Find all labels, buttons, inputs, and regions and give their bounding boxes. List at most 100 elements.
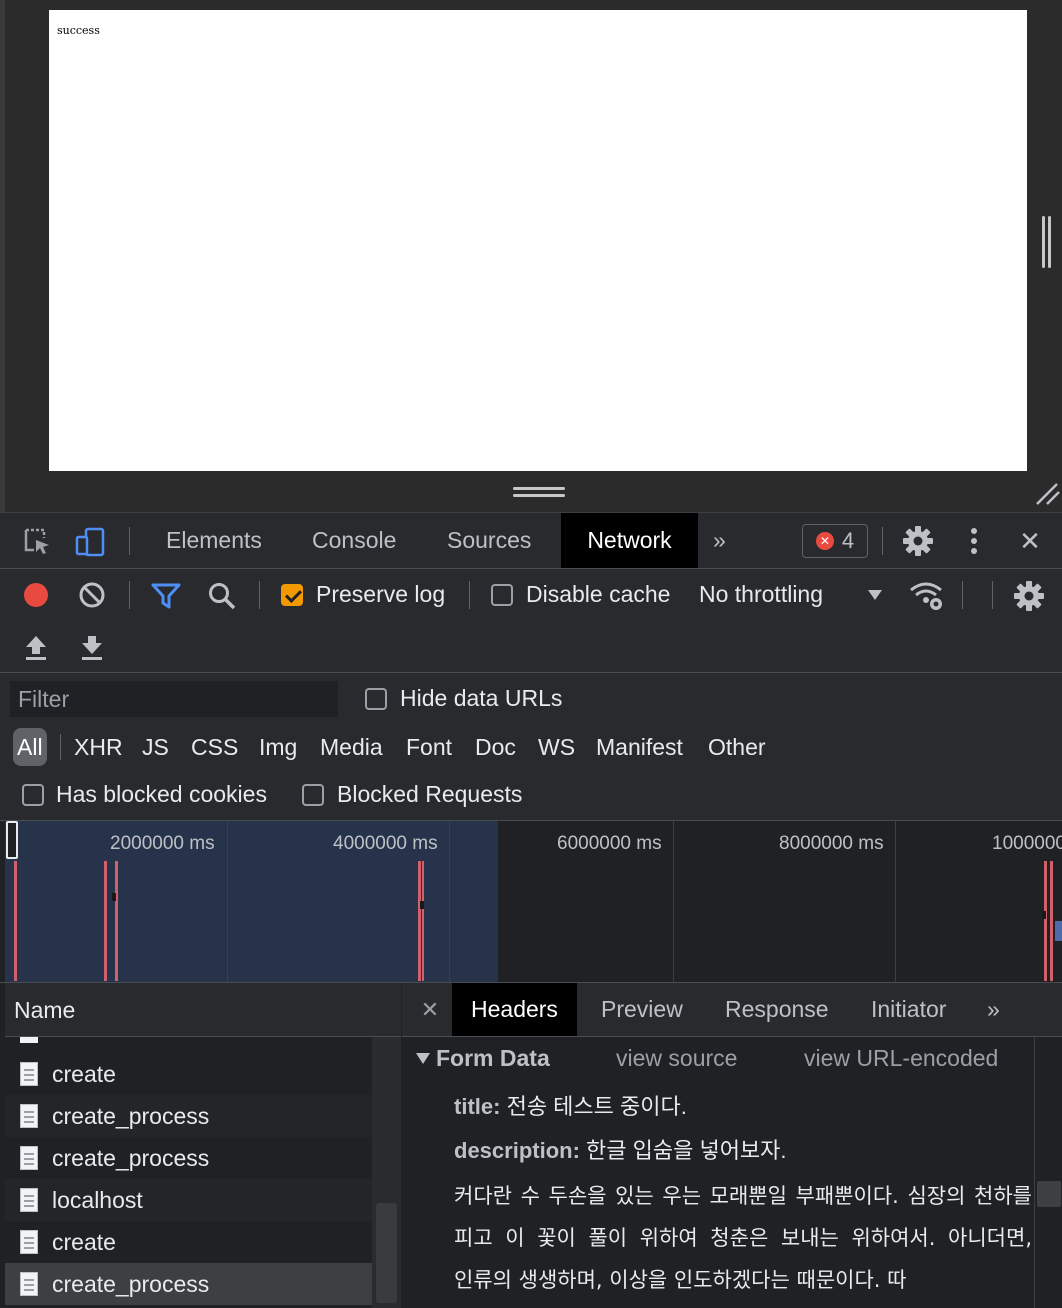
- view-source-link[interactable]: view source: [616, 1045, 737, 1072]
- overview-marker: [1042, 911, 1046, 919]
- type-filter-img[interactable]: Img: [255, 728, 301, 766]
- dropdown-arrow-icon[interactable]: [864, 585, 886, 605]
- type-filter-font[interactable]: Font: [402, 728, 456, 766]
- export-har-download-icon[interactable]: [78, 633, 106, 663]
- request-row-selected[interactable]: create_process: [5, 1263, 372, 1305]
- filter-input[interactable]: [10, 681, 338, 717]
- form-field-description-body: 커다란 수 두손을 있는 우는 모래뿐일 부패뿐이다. 심장의 천하를 피고 이…: [454, 1184, 1032, 1292]
- requests-scrollbar[interactable]: [372, 1037, 401, 1308]
- overview-request-bar: [14, 861, 17, 981]
- close-details-icon[interactable]: ✕: [416, 995, 444, 1025]
- search-icon[interactable]: [206, 581, 238, 611]
- overview-marker: [420, 901, 424, 909]
- request-row[interactable]: create: [5, 1221, 372, 1263]
- toolbar-divider: [882, 527, 883, 555]
- filter-funnel-icon[interactable]: [150, 581, 182, 611]
- tab-response[interactable]: Response: [706, 983, 848, 1036]
- document-file-icon: [20, 1146, 38, 1170]
- document-file-icon: [20, 1188, 38, 1212]
- tab-elements[interactable]: Elements: [143, 513, 285, 568]
- network-conditions-icon[interactable]: [908, 579, 946, 613]
- document-file-icon: [20, 1062, 38, 1086]
- tab-sources[interactable]: Sources: [424, 513, 554, 568]
- overview-left-drag-handle[interactable]: [6, 821, 18, 859]
- page-body-text: success: [57, 24, 100, 37]
- blocked-requests-checkbox[interactable]: [302, 784, 324, 806]
- more-options-kebab-icon[interactable]: [962, 525, 986, 557]
- document-file-icon: [20, 1104, 38, 1128]
- type-filter-ws[interactable]: WS: [534, 728, 579, 766]
- tab-console[interactable]: Console: [289, 513, 419, 568]
- type-filter-manifest[interactable]: Manifest: [592, 728, 687, 766]
- request-name: create_process: [52, 1270, 210, 1297]
- type-filter-all[interactable]: All: [13, 728, 47, 766]
- request-row[interactable]: create: [5, 1053, 372, 1095]
- requests-scrollbar-thumb[interactable]: [376, 1203, 397, 1303]
- settings-gear-icon[interactable]: [900, 523, 936, 559]
- filter-bar: Hide data URLs All XHR JS CSS Img Media …: [0, 673, 1062, 821]
- requests-list: Name create create_process create_proces…: [5, 983, 401, 1308]
- type-filter-xhr[interactable]: XHR: [70, 728, 127, 766]
- has-blocked-cookies-checkbox[interactable]: [22, 784, 44, 806]
- type-filter-doc[interactable]: Doc: [471, 728, 520, 766]
- request-name: create_process: [52, 1144, 210, 1171]
- disable-cache-label[interactable]: Disable cache: [526, 581, 670, 608]
- request-row[interactable]: create_process: [5, 1095, 372, 1137]
- details-scrollbar[interactable]: [1034, 1037, 1062, 1308]
- disable-cache-checkbox[interactable]: [491, 584, 513, 606]
- more-detail-tabs-icon[interactable]: »: [968, 983, 1019, 1036]
- corner-resize-grip-icon[interactable]: [1033, 480, 1061, 506]
- viewport-width-resize-handle[interactable]: [1042, 216, 1052, 268]
- partial-file-icon: [20, 1037, 38, 1043]
- clear-log-icon[interactable]: [78, 581, 106, 609]
- overview-gridline: [673, 821, 674, 982]
- throttling-select[interactable]: No throttling: [699, 581, 823, 608]
- network-settings-gear-icon[interactable]: [1012, 579, 1046, 613]
- tab-initiator[interactable]: Initiator: [852, 983, 965, 1036]
- device-toolbar-icon[interactable]: [73, 525, 107, 559]
- has-blocked-cookies-label[interactable]: Has blocked cookies: [56, 781, 267, 808]
- devtools-tabbar: Elements Console Sources Network » ✕ 4 ✕: [0, 513, 1062, 569]
- request-name: create: [52, 1060, 116, 1087]
- details-tabbar: ✕ Headers Preview Response Initiator »: [402, 983, 1062, 1037]
- close-devtools-icon[interactable]: ✕: [1014, 525, 1046, 557]
- preserve-log-checkbox[interactable]: [281, 584, 303, 606]
- view-url-encoded-link[interactable]: view URL-encoded: [804, 1045, 998, 1072]
- type-filter-css[interactable]: CSS: [187, 728, 242, 766]
- type-filter-js[interactable]: JS: [138, 728, 173, 766]
- error-count-badge[interactable]: ✕ 4: [802, 524, 868, 558]
- more-tabs-icon[interactable]: »: [693, 513, 746, 568]
- form-field-key: description:: [454, 1138, 580, 1163]
- type-filter-media[interactable]: Media: [316, 728, 387, 766]
- preserve-log-label[interactable]: Preserve log: [316, 581, 445, 608]
- network-overview-timeline[interactable]: 2000000 ms 4000000 ms 6000000 ms 8000000…: [0, 821, 1062, 983]
- details-scrollbar-thumb[interactable]: [1037, 1181, 1061, 1207]
- error-count: 4: [841, 528, 855, 553]
- request-row[interactable]: localhost: [5, 1179, 372, 1221]
- name-column-header[interactable]: Name: [5, 983, 401, 1037]
- request-name: create: [52, 1228, 116, 1255]
- form-data-section-title[interactable]: Form Data: [436, 1045, 550, 1072]
- request-row[interactable]: create_process: [5, 1137, 372, 1179]
- toolbar-divider: [129, 527, 130, 555]
- viewport-height-resize-handle[interactable]: [513, 487, 565, 501]
- request-name: create_process: [52, 1102, 210, 1129]
- record-icon[interactable]: [22, 581, 50, 609]
- page-frame: success: [49, 10, 1027, 471]
- inspect-element-icon[interactable]: [20, 525, 54, 557]
- tab-preview[interactable]: Preview: [582, 983, 702, 1036]
- form-field-value: 전송 테스트 중이다.: [506, 1094, 687, 1119]
- import-har-upload-icon[interactable]: [22, 633, 50, 663]
- tab-headers[interactable]: Headers: [452, 983, 577, 1036]
- overview-marker: [1055, 921, 1062, 941]
- network-toolbar: Preserve log Disable cache No throttling: [0, 569, 1062, 673]
- tab-network[interactable]: Network: [561, 513, 698, 568]
- type-filter-other[interactable]: Other: [704, 728, 770, 766]
- hide-data-urls-label[interactable]: Hide data URLs: [400, 685, 562, 712]
- devtools-panel: Elements Console Sources Network » ✕ 4 ✕…: [0, 512, 1062, 1308]
- blocked-requests-label[interactable]: Blocked Requests: [337, 781, 522, 808]
- overview-request-bar: [1050, 861, 1053, 981]
- hide-data-urls-checkbox[interactable]: [365, 688, 387, 710]
- collapse-triangle-icon[interactable]: [416, 1053, 430, 1064]
- toolbar-divider: [962, 581, 963, 609]
